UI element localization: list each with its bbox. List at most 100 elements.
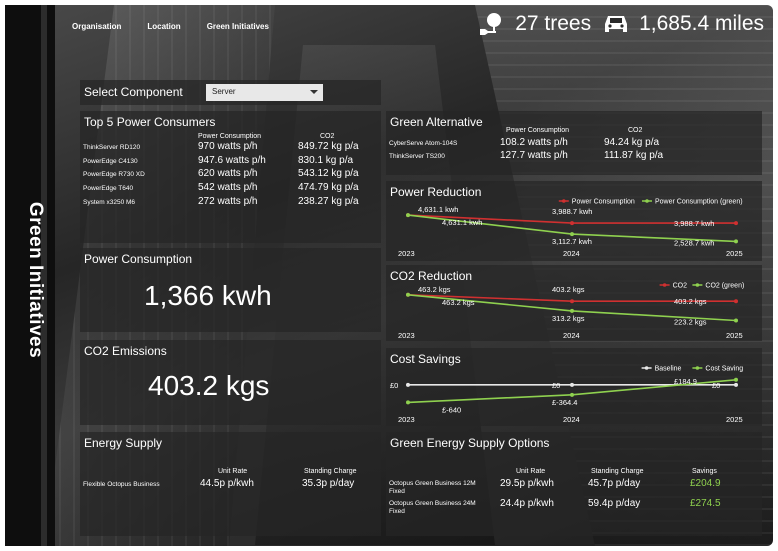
legend-marker xyxy=(695,366,700,370)
top5-co2: 474.79 kg p/a xyxy=(298,182,359,193)
green-alt-header-power: Power Consumption xyxy=(506,127,570,134)
x-tick-label: 2025 xyxy=(726,249,743,258)
data-point xyxy=(406,213,410,218)
energy-supplier-name: Flexible Octopus Business xyxy=(83,481,160,488)
green-alt-name: ThinkServer TS200 xyxy=(389,153,445,160)
co2-emissions-card: CO2 Emissions 403.2 kgs xyxy=(80,340,381,425)
car-icon xyxy=(605,16,628,32)
data-label: 463.2 kgs xyxy=(442,298,475,307)
green-supply-header-rate: Unit Rate xyxy=(516,468,546,475)
data-point xyxy=(570,299,574,304)
legend-marker xyxy=(644,366,649,370)
green-alt-co2: 111.87 kg p/a xyxy=(604,150,664,161)
green-savings: £204.9 xyxy=(690,478,721,489)
data-point xyxy=(734,239,738,244)
data-point xyxy=(734,382,738,387)
energy-unit-rate: 44.5p p/kwh xyxy=(200,478,254,489)
top5-name: System x3250 M6 xyxy=(83,199,136,206)
legend-label: Power Consumption xyxy=(572,199,635,206)
top5-header-power: Power Consumption xyxy=(198,133,262,140)
data-point xyxy=(406,292,410,297)
green-unit-rate: 29.5p p/kwh xyxy=(500,478,554,489)
top5-power: 970 watts p/h xyxy=(198,141,258,152)
data-point xyxy=(734,318,738,323)
data-label: £184.9 xyxy=(674,377,697,386)
data-label: 3,112.7 kwh xyxy=(552,237,592,246)
x-tick-label: 2025 xyxy=(726,415,743,424)
x-tick-label: 2024 xyxy=(563,415,580,424)
legend-label: Cost Saving xyxy=(705,366,743,373)
x-tick-label: 2023 xyxy=(398,415,415,424)
select-component-label: Select Component xyxy=(84,85,183,99)
top5-power: 620 watts p/h xyxy=(198,168,258,179)
legend-label: CO2 xyxy=(673,283,688,290)
trees-stat: 27 trees xyxy=(479,12,591,36)
green-alternative-panel: Green Alternative Power Consumption CO2 … xyxy=(386,111,762,175)
cost-savings-chart-panel: Cost Savings Baseline Cost Saving 2023 2024… xyxy=(386,348,762,426)
nav-green-initiatives[interactable]: Green Initiatives xyxy=(207,22,269,31)
top5-name: PowerEdge T640 xyxy=(83,185,134,192)
legend-marker xyxy=(662,283,667,287)
cost-savings-chart: Baseline Cost Saving 2023 2024 2025 £0 £0 £0 £-6… xyxy=(390,366,743,425)
data-label: £0 xyxy=(552,381,560,390)
green-alt-power: 127.7 watts p/h xyxy=(500,150,568,161)
co2-emissions-value: 403.2 kgs xyxy=(148,370,270,401)
top5-header-co2: CO2 xyxy=(320,133,335,140)
power-reduction-chart-panel: Power Reduction Power Consumption Power C… xyxy=(386,181,762,261)
top5-co2: 543.12 kg p/a xyxy=(298,168,359,179)
data-label: 223.2 kgs xyxy=(674,318,707,327)
green-standing-charge: 45.7p p/day xyxy=(588,478,641,489)
energy-supply-title: Energy Supply xyxy=(84,436,163,450)
component-select[interactable]: Server xyxy=(206,84,323,101)
green-unit-rate: 24.4p p/kwh xyxy=(500,498,554,509)
data-label: 3,988.7 kwh xyxy=(674,219,714,228)
data-label: 3,988.7 kwh xyxy=(552,207,592,216)
x-tick-label: 2024 xyxy=(563,249,580,258)
data-label: 4,631.1 kwh xyxy=(418,205,458,214)
nav-location[interactable]: Location xyxy=(147,22,180,31)
miles-stat: 1,685.4 miles xyxy=(603,12,764,36)
data-label: £0 xyxy=(390,381,398,390)
data-label: 463.2 kgs xyxy=(418,285,451,294)
data-point xyxy=(570,392,574,397)
tree-hand-icon xyxy=(480,13,502,35)
data-label: £0 xyxy=(712,381,720,390)
power-consumption-value: 1,366 kwh xyxy=(144,280,272,311)
data-point xyxy=(570,232,574,237)
legend-marker xyxy=(695,283,700,287)
data-point xyxy=(734,377,738,382)
x-tick-label: 2024 xyxy=(563,331,580,340)
chevron-down-icon xyxy=(310,90,318,94)
top5-power: 947.6 watts p/h xyxy=(198,155,266,166)
green-alt-power: 108.2 watts p/h xyxy=(500,137,568,148)
data-label: £-640 xyxy=(442,405,461,414)
co2-reduction-chart-panel: CO2 Reduction CO2 CO2 (green) 2023 2024 2025… xyxy=(386,265,762,341)
data-label: 403.2 kgs xyxy=(674,297,707,306)
top5-name: PowerEdge C4130 xyxy=(83,158,138,165)
green-alternative-title: Green Alternative xyxy=(390,115,483,129)
green-supply-header-savings: Savings xyxy=(692,468,717,475)
energy-standing-charge: 35.3p p/day xyxy=(302,478,355,489)
data-label: 313.2 kgs xyxy=(552,314,585,323)
green-alt-header-co2: CO2 xyxy=(628,127,643,134)
data-point xyxy=(734,221,738,226)
top5-name: ThinkServer RD120 xyxy=(83,144,141,151)
data-point xyxy=(570,382,574,387)
sidebar: Green Initiatives xyxy=(5,5,55,546)
stats-bar: 27 trees 1,685.4 miles xyxy=(479,12,764,36)
green-supply-title: Green Energy Supply Options xyxy=(390,436,550,450)
top5-co2: 849.72 kg p/a xyxy=(298,141,359,152)
data-point xyxy=(734,299,738,304)
data-point xyxy=(570,308,574,313)
power-consumption-title: Power Consumption xyxy=(84,252,193,266)
nav-organisation[interactable]: Organisation xyxy=(72,22,121,31)
trees-value: 27 trees xyxy=(515,12,592,35)
top5-co2: 830.1 kg p/a xyxy=(298,155,354,166)
x-tick-label: 2023 xyxy=(398,249,415,258)
x-tick-label: 2023 xyxy=(398,331,415,340)
energy-supply-panel: Energy Supply Unit Rate Standing Charge … xyxy=(80,432,381,536)
data-point xyxy=(406,382,410,387)
green-supplier-name: Octopus Green Business 24M Fixed xyxy=(389,500,476,515)
data-label: 4,631.1 kwh xyxy=(442,218,482,227)
co2-emissions-title: CO2 Emissions xyxy=(84,344,167,358)
